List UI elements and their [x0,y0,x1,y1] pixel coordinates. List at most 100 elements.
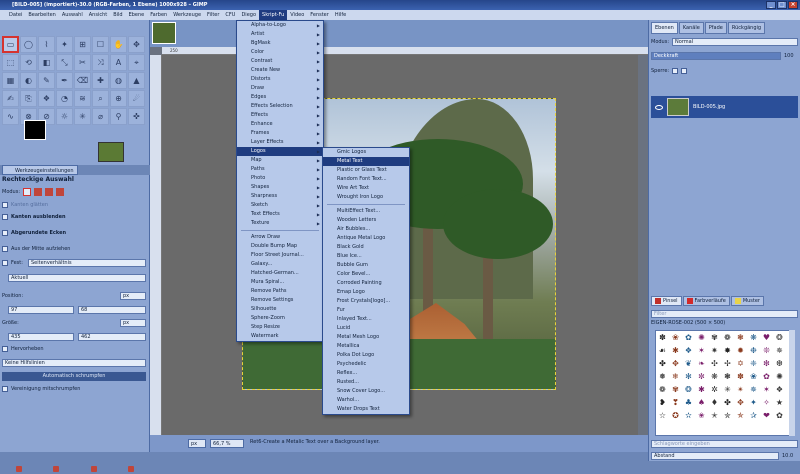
brush-swatch[interactable]: ✵ [773,344,786,357]
menu-ansicht[interactable]: Ansicht [86,10,110,20]
menu-item-color-bevel[interactable]: Color Bevel... [323,270,409,279]
brush-swatch[interactable]: ✬ [695,409,708,422]
brush-swatch[interactable]: ❇ [760,357,773,370]
menu-item-metal-text[interactable]: Metal Text [323,157,409,166]
horizontal-ruler[interactable]: 250 [162,47,648,55]
brush-swatch[interactable]: ✦ [747,396,760,409]
menu-item-lucid[interactable]: Lucid [323,324,409,333]
brush-swatch[interactable]: ☆ [656,409,669,422]
brush-swatch[interactable]: ✴ [734,383,747,396]
menu-item-reflex[interactable]: Reflex... [323,369,409,378]
menu-video[interactable]: Video [287,10,307,20]
menu-item-wooden-letters[interactable]: Wooden Letters [323,216,409,225]
tag-input[interactable]: Schlagworte eingeben [651,440,798,448]
menu-item-logos[interactable]: Logos [237,147,323,156]
menu-item-sharpness[interactable]: Sharpness [237,192,323,201]
menu-item-frames[interactable]: Frames [237,129,323,138]
brush-swatch[interactable]: ❆ [773,357,786,370]
tool-icon[interactable]: ⤨ [92,54,109,71]
brush-swatch[interactable]: ❤ [760,409,773,422]
menu-item-gmic-logos[interactable]: Gmic Logos [323,148,409,157]
menu-item-arrow-draw[interactable]: Arrow Draw [237,233,323,242]
close-button[interactable]: × [788,1,798,9]
menu-cfu[interactable]: CFU [222,10,238,20]
brush-swatch[interactable]: ✪ [669,409,682,422]
feather-row[interactable]: Kanten ausblenden [2,214,66,220]
tool-icon[interactable]: ✒ [56,72,73,89]
tool-icon[interactable]: ❖ [38,90,55,107]
size-unit-select[interactable]: px [120,319,146,327]
tool-icon[interactable]: ✋ [110,36,127,53]
tool-icon[interactable]: ✳ [74,108,91,125]
brush-swatch[interactable]: ✻ [682,370,695,383]
brush-swatch[interactable]: ✳ [721,383,734,396]
tool-icon[interactable]: ≋ [74,90,91,107]
brush-swatch[interactable]: ❃ [734,331,747,344]
brush-swatch[interactable]: ✥ [669,357,682,370]
brush-swatch[interactable]: ❂ [773,331,786,344]
tool-icon[interactable]: ◔ [56,90,73,107]
menu-farben[interactable]: Farben [147,10,170,20]
brush-swatch[interactable]: ✥ [734,396,747,409]
lock-pixels-checkbox[interactable] [672,68,679,74]
brush-swatch[interactable]: ✱ [669,344,682,357]
tool-icon[interactable]: ✂ [74,54,91,71]
tab-kan-le[interactable]: Kanäle [678,22,704,34]
menu-filter[interactable]: Filter [204,10,222,20]
tab-ebenen[interactable]: Ebenen [651,22,678,34]
save-options-icon[interactable] [15,466,22,472]
menu-item-texture[interactable]: Texture [237,219,323,228]
fixed-select[interactable]: Seitenverhältnis [28,259,146,267]
tool-icon[interactable]: ✥ [128,36,145,53]
brush-swatch[interactable]: ✿ [682,331,695,344]
brush-swatch[interactable]: ❁ [656,383,669,396]
menu-item-inlayed-text[interactable]: Inlayed Text... [323,315,409,324]
shrink-merged-row[interactable]: Vereinigung mitschrumpfen [2,386,80,392]
menu-item-text-effects[interactable]: Text Effects [237,210,323,219]
tool-icon[interactable]: ◧ [38,54,55,71]
vertical-ruler[interactable] [150,55,162,435]
brush-swatch[interactable]: ✢ [721,357,734,370]
brush-swatch[interactable]: ❥ [656,396,669,409]
menu-item-alpha-to-logo[interactable]: Alpha-to-Logo [237,21,323,30]
menu-item-warhol[interactable]: Warhol... [323,396,409,405]
rounded-row[interactable]: Abgerundete Ecken [2,230,66,236]
mode-add-icon[interactable] [34,188,43,196]
tool-icon[interactable]: ▦ [2,72,19,89]
menu-item-wrought-iron-logo[interactable]: Wrought Iron Logo [323,193,409,202]
menu-item-air-bubbles[interactable]: Air Bubbles... [323,225,409,234]
menu-item-effects-selection[interactable]: Effects Selection [237,102,323,111]
menu-item-enhance[interactable]: Enhance [237,120,323,129]
menu-hilfe[interactable]: Hilfe [332,10,349,20]
menu-item-layer-effects[interactable]: Layer Effects [237,138,323,147]
menu-skript-fu[interactable]: Skript-Fu [259,10,288,20]
tool-icon[interactable]: ✦ [56,36,73,53]
brush-swatch[interactable]: ✿ [760,370,773,383]
tool-icon[interactable]: ✜ [128,108,145,125]
menu-item-black-gold[interactable]: Black Gold [323,243,409,252]
brush-swatch[interactable]: ✼ [695,370,708,383]
tool-icon[interactable]: ⊞ [74,36,91,53]
expand-center-row[interactable]: Aus der Mitte aufziehen [2,246,70,252]
brush-swatch[interactable]: ✷ [708,344,721,357]
position-x-input[interactable]: 97 [8,306,74,314]
restore-options-icon[interactable] [53,466,60,472]
position-unit-select[interactable]: px [120,292,146,300]
brush-swatch[interactable]: ✽ [734,370,747,383]
mode-intersect-icon[interactable] [56,188,65,196]
tool-icon[interactable]: ⌕ [92,90,109,107]
brush-swatch[interactable]: ✣ [708,357,721,370]
tool-icon[interactable]: ⟲ [20,54,37,71]
brush-swatch[interactable]: ❧ [695,357,708,370]
rounded-checkbox[interactable] [2,230,8,236]
menu-item-artist[interactable]: Artist [237,30,323,39]
tool-icon[interactable]: ⤡ [56,54,73,71]
menu-item-watermark[interactable]: Watermark [237,332,323,341]
menu-item-sketch[interactable]: Sketch [237,201,323,210]
shrink-merged-checkbox[interactable] [2,386,8,392]
menu-item-draw[interactable]: Draw [237,84,323,93]
tool-icon[interactable]: A [110,54,127,71]
menu-item-photo[interactable]: Photo [237,174,323,183]
opacity-value[interactable]: 100 [784,53,798,59]
mode-subtract-icon[interactable] [45,188,54,196]
